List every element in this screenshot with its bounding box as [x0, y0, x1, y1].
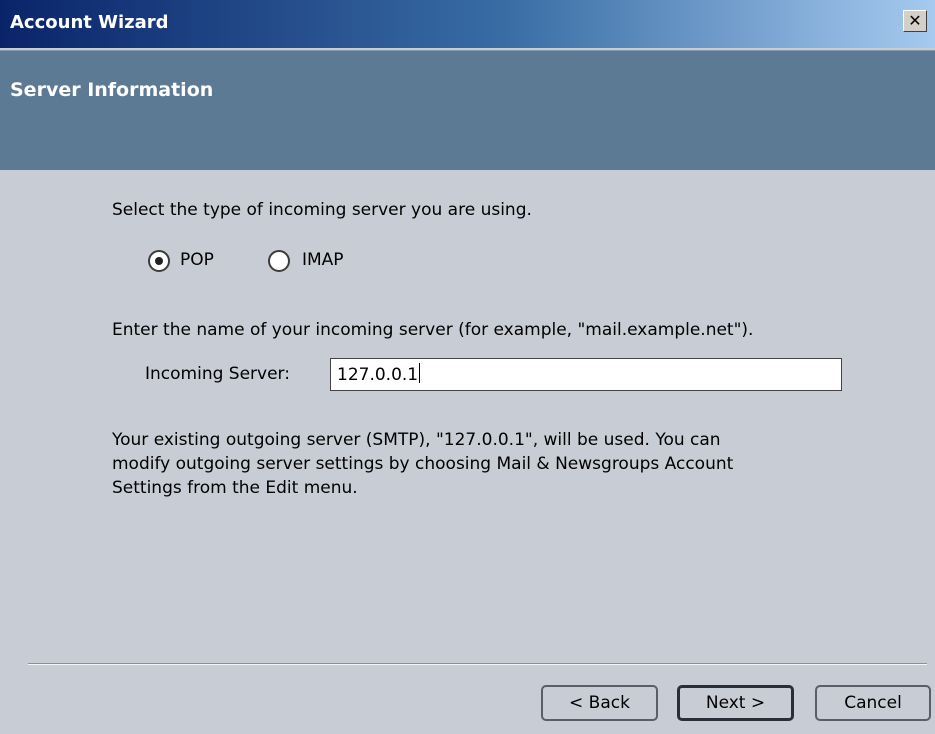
title-bar: Account Wizard ✕	[0, 0, 935, 48]
wizard-content: Select the type of incoming server you a…	[0, 170, 935, 734]
window-title: Account Wizard	[10, 12, 169, 33]
back-button[interactable]: < Back	[541, 685, 658, 721]
info-line-2: modify outgoing server settings by choos…	[112, 454, 734, 474]
text-caret	[419, 363, 421, 383]
radio-imap-label[interactable]: IMAP	[302, 250, 344, 270]
outgoing-server-info: Your existing outgoing server (SMTP), "1…	[112, 428, 872, 500]
radio-pop-label[interactable]: POP	[180, 250, 214, 270]
incoming-server-value: 127.0.0.1	[337, 365, 419, 385]
info-line-1: Your existing outgoing server (SMTP), "1…	[112, 430, 721, 450]
incoming-server-input[interactable]: 127.0.0.1	[330, 358, 842, 391]
close-icon: ✕	[908, 11, 922, 30]
incoming-server-label: Incoming Server:	[145, 364, 290, 384]
next-button[interactable]: Next >	[677, 685, 794, 721]
radio-pop[interactable]	[148, 250, 170, 272]
close-button[interactable]: ✕	[903, 10, 927, 32]
page-heading: Server Information	[10, 79, 214, 101]
incoming-server-prompt: Enter the name of your incoming server (…	[112, 320, 754, 340]
button-separator	[28, 663, 927, 665]
info-line-3: Settings from the Edit menu.	[112, 478, 358, 498]
radio-imap[interactable]	[268, 250, 290, 272]
wizard-header: Server Information	[0, 50, 935, 170]
server-type-prompt: Select the type of incoming server you a…	[112, 200, 532, 220]
cancel-button[interactable]: Cancel	[815, 685, 931, 721]
